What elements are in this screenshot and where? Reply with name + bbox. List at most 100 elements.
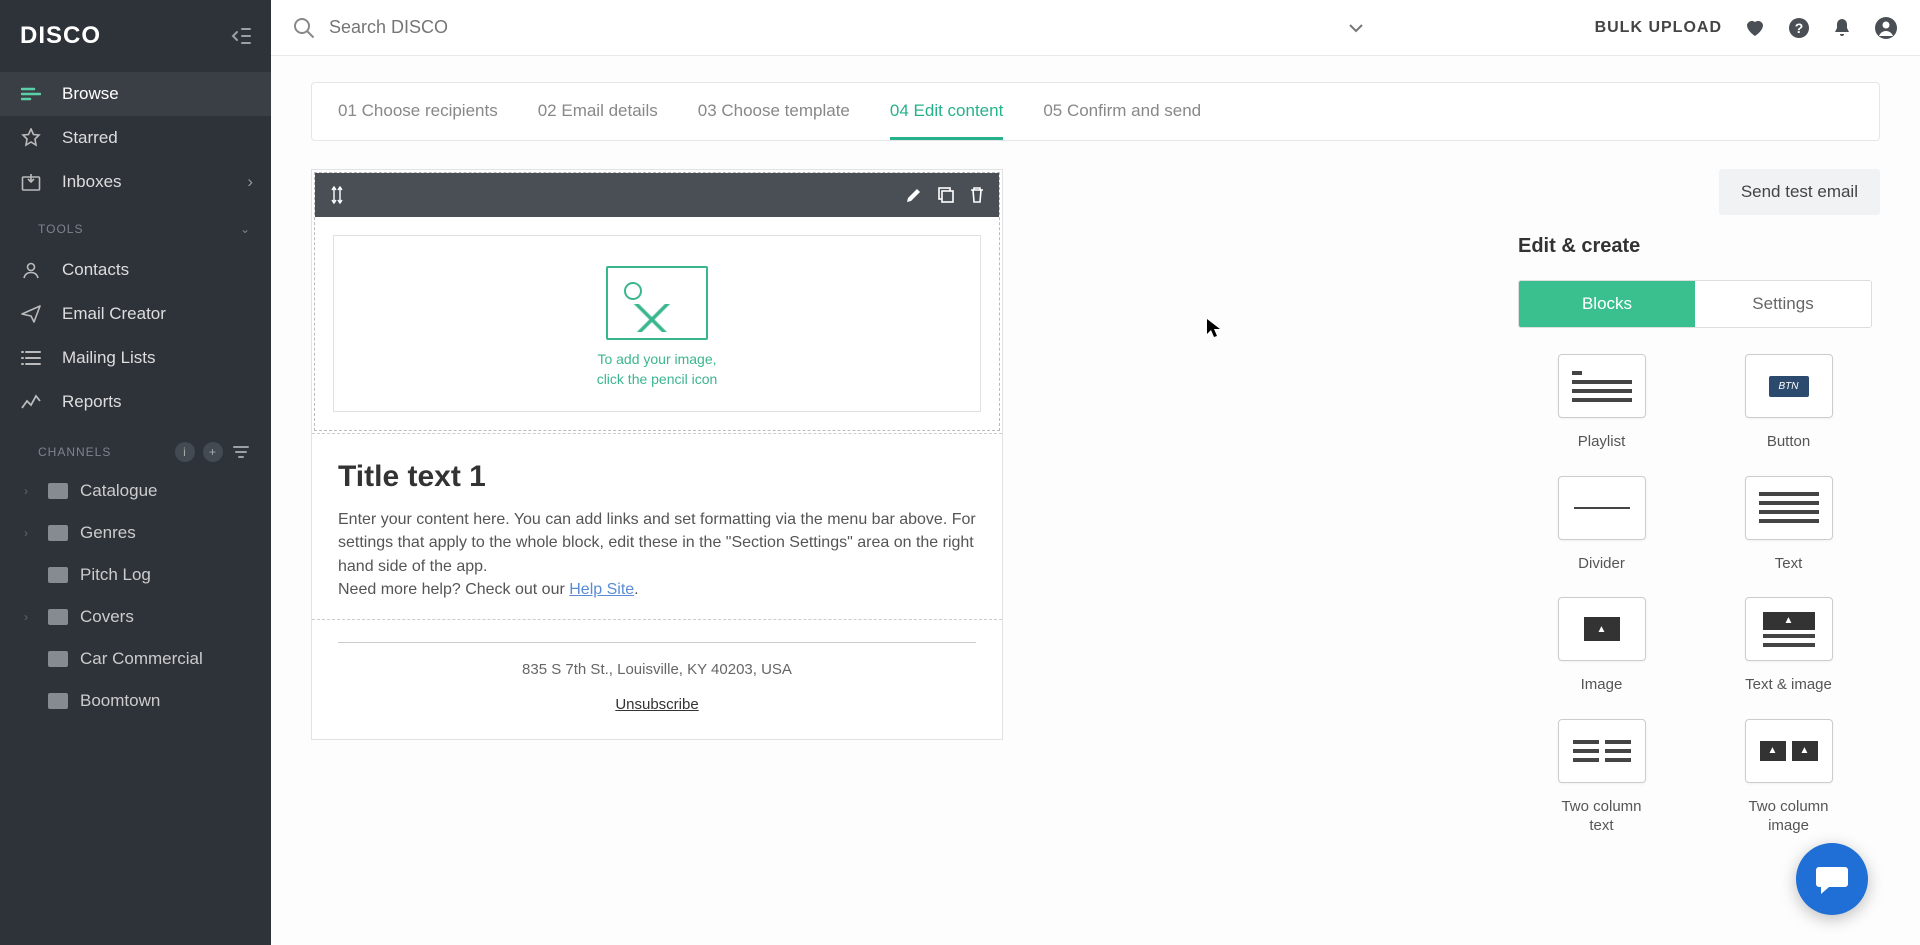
channel-item-covers[interactable]: › Covers xyxy=(0,596,271,638)
wizard-step-1[interactable]: 02 Email details xyxy=(538,83,658,140)
nav-label: Contacts xyxy=(62,260,129,280)
channels-add-icon[interactable]: + xyxy=(203,442,223,462)
folder-icon xyxy=(48,525,68,541)
block-two-column-image[interactable]: ▲▲ Two columnimage xyxy=(1721,719,1856,836)
edit-icon[interactable] xyxy=(905,186,923,204)
block-image[interactable]: ▲ Image xyxy=(1534,597,1669,695)
reports-icon xyxy=(20,394,42,410)
block-label: Image xyxy=(1581,675,1623,695)
wizard-step-0[interactable]: 01 Choose recipients xyxy=(338,83,498,140)
section-tools-header[interactable]: TOOLS ⌄ xyxy=(0,208,271,244)
nav-main: Browse Starred Inboxes › xyxy=(0,68,271,208)
account-icon[interactable] xyxy=(1874,16,1898,40)
folder-icon xyxy=(48,567,68,583)
bulk-upload-button[interactable]: BULK UPLOAD xyxy=(1595,19,1722,37)
wizard-steps: 01 Choose recipients 02 Email details 03 C… xyxy=(311,82,1880,141)
nav-browse[interactable]: Browse xyxy=(0,72,271,116)
help-site-link[interactable]: Help Site xyxy=(569,581,634,598)
channel-label: Genres xyxy=(80,523,136,543)
channels-info-icon[interactable]: i xyxy=(175,442,195,462)
app-logo: DISCO xyxy=(20,22,101,50)
bell-icon[interactable] xyxy=(1832,17,1852,39)
search-dropdown-icon[interactable] xyxy=(1348,23,1364,33)
block-thumb: ▲▲ xyxy=(1745,719,1833,783)
wizard-step-2[interactable]: 03 Choose template xyxy=(698,83,850,140)
block-button[interactable]: BTN Button xyxy=(1721,354,1856,452)
folder-icon xyxy=(48,651,68,667)
star-icon xyxy=(20,128,42,148)
nav-label: Reports xyxy=(62,392,122,412)
collapse-sidebar-icon[interactable] xyxy=(231,27,251,45)
channel-label: Car Commercial xyxy=(80,649,203,669)
tab-blocks[interactable]: Blocks xyxy=(1519,281,1695,327)
channels-filter-icon[interactable] xyxy=(231,442,251,462)
block-two-column-text[interactable]: Two columntext xyxy=(1534,719,1669,836)
folder-icon xyxy=(48,693,68,709)
nav-label: Inboxes xyxy=(62,172,122,192)
block-thumb xyxy=(1745,476,1833,540)
nav-label: Email Creator xyxy=(62,304,166,324)
footer-address: 835 S 7th St., Louisville, KY 40203, USA xyxy=(338,661,976,678)
nav-starred[interactable]: Starred xyxy=(0,116,271,160)
browse-icon xyxy=(20,87,42,101)
list-icon xyxy=(20,350,42,366)
folder-icon xyxy=(48,483,68,499)
svg-text:?: ? xyxy=(1795,20,1804,36)
block-playlist[interactable]: Playlist xyxy=(1534,354,1669,452)
duplicate-icon[interactable] xyxy=(937,186,955,204)
channel-item-genres[interactable]: › Genres xyxy=(0,512,271,554)
channel-label: Boomtown xyxy=(80,691,160,711)
block-label: Text & image xyxy=(1745,675,1832,695)
heart-icon[interactable] xyxy=(1744,18,1766,38)
channel-item-car-commercial[interactable]: Car Commercial xyxy=(0,638,271,680)
block-text[interactable]: Text xyxy=(1721,476,1856,574)
tab-settings[interactable]: Settings xyxy=(1695,281,1871,327)
block-thumb xyxy=(1558,476,1646,540)
channel-label: Pitch Log xyxy=(80,565,151,585)
text-block[interactable]: Title text 1 Enter your content here. Yo… xyxy=(312,433,1002,619)
block-label: Two columntext xyxy=(1561,797,1641,836)
channel-item-catalogue[interactable]: › Catalogue xyxy=(0,470,271,512)
block-thumb: BTN xyxy=(1745,354,1833,418)
chevron-right-icon xyxy=(24,652,36,666)
search-input[interactable] xyxy=(329,17,1336,38)
block-thumb xyxy=(1558,354,1646,418)
block-toolbar xyxy=(315,173,999,217)
delete-icon[interactable] xyxy=(969,186,985,204)
image-dropzone[interactable]: To add your image, click the pencil icon xyxy=(333,235,981,412)
block-label: Divider xyxy=(1578,554,1625,574)
folder-icon xyxy=(48,609,68,625)
dropzone-text: To add your image, click the pencil icon xyxy=(597,350,718,389)
wizard-step-4[interactable]: 05 Confirm and send xyxy=(1043,83,1201,140)
send-test-button[interactable]: Send test email xyxy=(1719,169,1880,215)
block-text-image[interactable]: ▲ Text & image xyxy=(1721,597,1856,695)
block-thumb xyxy=(1558,719,1646,783)
chevron-right-icon: › xyxy=(24,526,36,540)
image-block-selected[interactable]: To add your image, click the pencil icon xyxy=(314,172,1000,431)
chevron-right-icon xyxy=(24,694,36,708)
nav-label: Browse xyxy=(62,84,119,104)
chevron-right-icon: › xyxy=(24,610,36,624)
help-icon[interactable]: ? xyxy=(1788,17,1810,39)
unsubscribe-link[interactable]: Unsubscribe xyxy=(338,696,976,713)
inspector-panel: Send test email Edit & create Blocks Set… xyxy=(1510,169,1880,945)
move-icon[interactable] xyxy=(329,186,345,204)
block-label: Text xyxy=(1775,554,1803,574)
nav-label: Starred xyxy=(62,128,118,148)
tool-mailing-lists[interactable]: Mailing Lists xyxy=(0,336,271,380)
tool-contacts[interactable]: Contacts xyxy=(0,248,271,292)
nav-inboxes[interactable]: Inboxes › xyxy=(0,160,271,204)
email-canvas: To add your image, click the pencil icon… xyxy=(311,169,1003,740)
block-title: Title text 1 xyxy=(338,460,976,494)
block-label: Two columnimage xyxy=(1748,797,1828,836)
chat-fab[interactable] xyxy=(1796,843,1868,915)
block-divider[interactable]: Divider xyxy=(1534,476,1669,574)
chevron-right-icon xyxy=(24,568,36,582)
channel-item-boomtown[interactable]: Boomtown xyxy=(0,680,271,722)
tool-reports[interactable]: Reports xyxy=(0,380,271,424)
tool-email-creator[interactable]: Email Creator xyxy=(0,292,271,336)
contacts-icon xyxy=(20,260,42,280)
channel-item-pitch-log[interactable]: Pitch Log xyxy=(0,554,271,596)
search-icon[interactable] xyxy=(293,17,315,39)
wizard-step-3[interactable]: 04 Edit content xyxy=(890,83,1003,140)
